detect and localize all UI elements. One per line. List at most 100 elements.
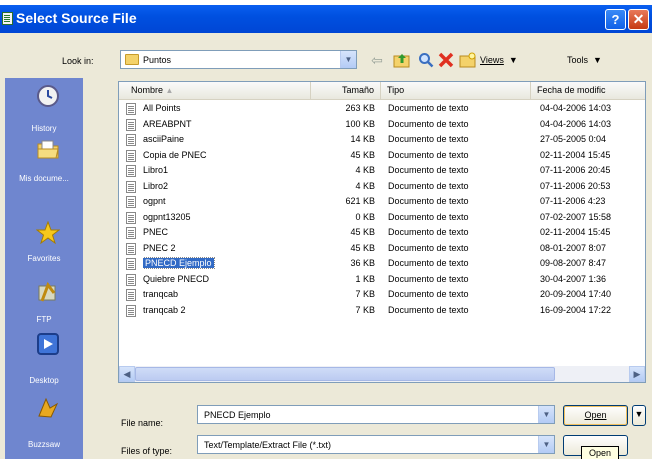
file-type-cell: Documento de texto <box>388 273 469 284</box>
file-name-cell: tranqcab 2 <box>143 303 263 318</box>
file-name-text: ogpnt13205 <box>143 211 191 222</box>
text-file-icon <box>126 304 136 317</box>
file-row[interactable]: ogpnt13205 0 KB Documento de texto 07-02-20… <box>119 210 645 225</box>
file-row[interactable]: AREABPNT 100 KB Documento de texto 04-04-20… <box>119 117 645 132</box>
views-label: Views <box>480 55 504 65</box>
open-tooltip: Open <box>581 446 619 459</box>
file-type-cell: Documento de texto <box>388 289 469 299</box>
title-bar[interactable]: Select Source File ? ✕ <box>0 5 652 33</box>
file-size-cell: 45 KB <box>350 242 375 253</box>
file-row[interactable]: tranqcab 2 7 KB Documento de texto 16-09-20… <box>119 303 645 318</box>
file-name-text: PNECD Ejemplo <box>143 257 215 269</box>
column-header-date[interactable]: Fecha de modific <box>531 82 645 99</box>
file-name-cell: Libro2 <box>143 179 263 194</box>
text-file-icon <box>126 165 136 177</box>
up-folder-icon[interactable] <box>392 52 412 69</box>
open-options-button[interactable]: ▼ <box>632 405 646 426</box>
file-name-cell: PNECD Ejemplo <box>143 256 263 271</box>
file-size-cell: 14 KB <box>350 134 375 144</box>
desktop-icon <box>36 332 60 356</box>
file-row[interactable]: Quiebre PNECD 1 KB Documento de texto 30-04… <box>119 272 645 287</box>
help-button[interactable]: ? <box>605 9 626 30</box>
horizontal-scrollbar[interactable]: ◀ ▶ <box>119 366 645 382</box>
file-name-cell: PNEC 2 <box>143 241 263 256</box>
file-name-text: Libro2 <box>143 180 169 191</box>
file-size-cell: 4 KB <box>355 180 375 191</box>
file-list[interactable]: Nombre ▲ Tamaño Tipo Fecha de modific Al… <box>118 81 646 383</box>
file-name-text: asciiPaine <box>143 134 185 144</box>
file-date-cell: 27-05-2005 0:04 <box>540 134 607 144</box>
file-name-label: File name: <box>121 418 164 428</box>
search-icon[interactable] <box>417 52 435 69</box>
file-size-cell: 7 KB <box>355 289 375 299</box>
back-icon[interactable]: ⇦ <box>367 52 387 69</box>
text-file-icon <box>126 211 136 224</box>
open-button[interactable]: Open <box>563 405 628 426</box>
delete-icon[interactable] <box>437 52 455 69</box>
file-date-cell: 07-02-2007 15:58 <box>540 211 612 222</box>
file-type-dropdown[interactable]: Text/Template/Extract File (*.txt) ▼ <box>197 435 555 454</box>
file-name-text: Copia de PNEC <box>143 149 207 160</box>
text-file-icon <box>126 149 136 162</box>
file-name-cell: AREABPNT <box>143 117 263 132</box>
file-name-text: ogpnt <box>143 196 166 206</box>
text-file-icon <box>126 180 136 193</box>
file-name-field[interactable]: PNECD Ejemplo ▼ <box>197 405 555 424</box>
file-row[interactable]: All Points 263 KB Documento de texto 04-04-… <box>119 101 645 116</box>
file-row[interactable]: PNEC 45 KB Documento de texto 02-11-2004 15… <box>119 225 645 240</box>
column-header-size[interactable]: Tamaño <box>311 82 381 99</box>
file-date-cell: 20-09-2004 17:40 <box>540 289 612 299</box>
folder-icon <box>125 54 139 65</box>
file-type-cell: Documento de texto <box>388 118 469 129</box>
file-row[interactable]: ogpnt 621 KB Documento de texto 07-11-2006 … <box>119 194 645 209</box>
column-header-type[interactable]: Tipo <box>381 82 531 99</box>
close-button[interactable]: ✕ <box>628 9 649 30</box>
file-size-cell: 1 KB <box>355 273 375 284</box>
file-name-cell: All Points <box>143 101 263 116</box>
file-name-text: PNEC <box>143 227 169 237</box>
file-row[interactable]: PNECD Ejemplo 36 KB Documento de texto 09-0… <box>119 256 645 271</box>
scrollbar-thumb[interactable] <box>135 367 555 381</box>
new-folder-icon[interactable] <box>459 52 477 69</box>
file-row[interactable]: PNEC 2 45 KB Documento de texto 08-01-2007 … <box>119 241 645 256</box>
chevron-down-icon: ▼ <box>634 409 644 419</box>
look-in-dropdown[interactable]: Puntos ▼ <box>120 50 357 69</box>
text-file-icon <box>126 196 136 208</box>
file-row[interactable]: asciiPaine 14 KB Documento de texto 27-05-2… <box>119 132 645 147</box>
file-row[interactable]: Libro2 4 KB Documento de texto 07-11-2006 2… <box>119 179 645 194</box>
file-list-header: Nombre ▲ Tamaño Tipo Fecha de modific <box>119 82 645 100</box>
tools-menu-button[interactable]: Tools ▼ <box>567 52 649 69</box>
scroll-left-icon[interactable]: ◀ <box>119 366 135 382</box>
file-size-cell: 7 KB <box>355 304 375 315</box>
places-bar: History Mis docume... Favorites FTP Desk… <box>5 78 83 459</box>
dialog-title: Select Source File <box>16 10 137 26</box>
file-name-text: Libro1 <box>143 165 169 175</box>
file-name-cell: ogpnt <box>143 194 263 209</box>
file-row[interactable]: Copia de PNEC 45 KB Documento de texto 02-1… <box>119 148 645 163</box>
file-type-cell: Documento de texto <box>388 258 469 268</box>
file-row[interactable]: Libro1 4 KB Documento de texto 07-11-2006 2… <box>119 163 645 178</box>
open-button-label: Open <box>584 410 607 420</box>
file-name-cell: asciiPaine <box>143 132 263 147</box>
ftp-icon <box>36 281 60 305</box>
chevron-down-icon[interactable]: ▼ <box>538 436 554 453</box>
scroll-right-icon[interactable]: ▶ <box>629 366 645 382</box>
place-label: History <box>31 124 57 133</box>
column-header-name[interactable]: Nombre ▲ <box>119 82 311 99</box>
file-row[interactable]: tranqcab 7 KB Documento de texto 20-09-2004… <box>119 287 645 302</box>
file-type-cell: Documento de texto <box>388 196 469 206</box>
views-menu-button[interactable]: Views ▼ <box>480 52 540 69</box>
look-in-value: Puntos <box>143 55 172 65</box>
file-name-cell: Libro1 <box>143 163 263 178</box>
tools-label: Tools <box>567 55 589 65</box>
text-file-icon <box>126 242 136 255</box>
sort-ascending-icon: ▲ <box>165 86 174 95</box>
chevron-down-icon[interactable]: ▼ <box>340 51 356 68</box>
file-name-text: PNEC 2 <box>143 242 176 253</box>
file-name-text: Quiebre PNECD <box>143 273 210 284</box>
select-source-file-dialog: Select Source File ? ✕ Look in: Puntos ▼… <box>0 5 652 459</box>
chevron-down-icon[interactable]: ▼ <box>538 406 554 423</box>
text-file-icon <box>126 273 136 286</box>
file-name-text: tranqcab 2 <box>143 304 186 315</box>
file-name-cell: ogpnt13205 <box>143 210 263 225</box>
